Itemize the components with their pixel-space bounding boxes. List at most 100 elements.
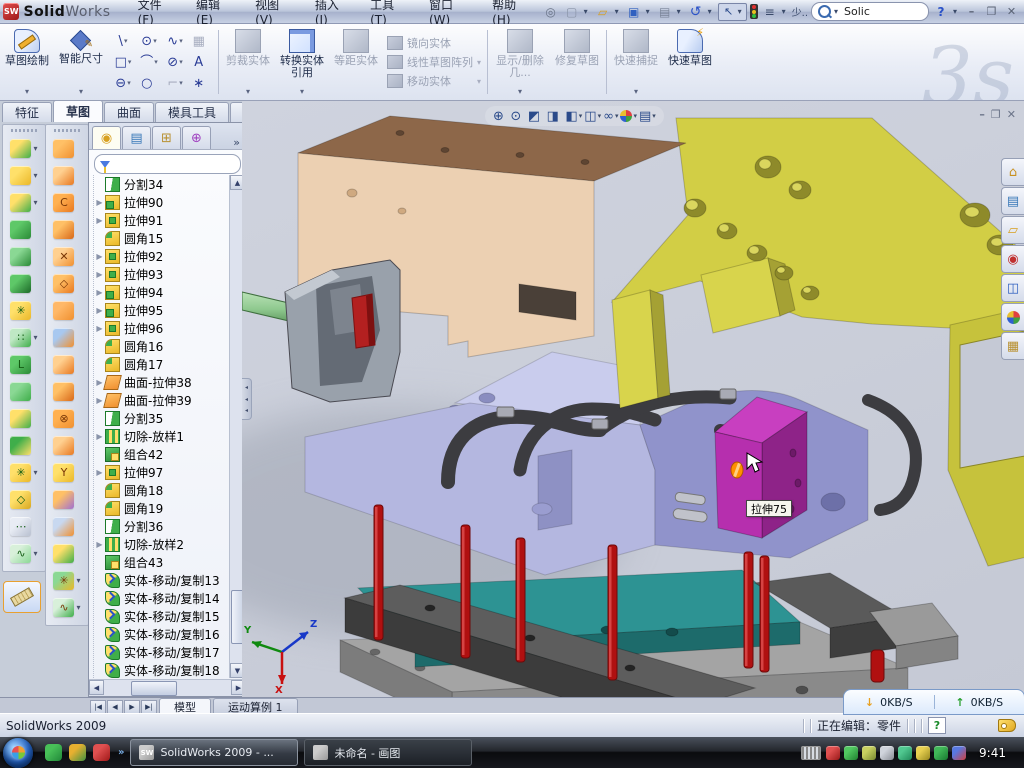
graphics-viewport[interactable]: ⊕ ▾ ⊙ ▾ ◩ ▾ ◨ ▾ ◧	[242, 101, 1024, 697]
feature-tool-button[interactable]: ∷ ▾	[10, 324, 37, 351]
dropdown-arrow[interactable]: ▾	[652, 112, 656, 120]
dropdown-arrow[interactable]: ▾	[953, 7, 960, 16]
quick-launch-icon[interactable]	[69, 744, 86, 761]
display-delete-relations-button[interactable]: 显示/删除几... ▾	[490, 24, 550, 100]
task-pane-tab[interactable]: ▱	[1001, 216, 1024, 244]
tree-item[interactable]: ▶ 实体-移动/复制18	[94, 661, 230, 678]
view-tool-button[interactable]: ▤ ▾	[639, 110, 656, 123]
view-tool-button[interactable]: ● ▾	[620, 110, 637, 122]
view-tool-button[interactable]: ∞ ▾	[603, 110, 618, 123]
dropdown-arrow[interactable]: ▾	[124, 37, 128, 45]
tree-item[interactable]: ▶ 圆角16	[94, 337, 230, 355]
tree-item[interactable]: ▶ 分割36	[94, 517, 230, 535]
sketch-entity-button[interactable]: ○ ▾	[136, 73, 162, 94]
feature-tool-button[interactable]: ◇ ▾	[10, 486, 37, 513]
new-file-icon[interactable]: ▢	[563, 4, 581, 20]
tab-nav-button[interactable]: ▶|	[141, 700, 157, 714]
sketch-entity-button[interactable]: \ ▾	[110, 31, 136, 52]
tree-item[interactable]: ▶ 拉伸97	[94, 463, 230, 481]
view-tool-button[interactable]: ⊕ ▾	[493, 110, 508, 123]
sketch-entity-button[interactable]: □ ▾	[110, 52, 136, 73]
view-tool-button[interactable]: ◫ ▾	[584, 110, 601, 123]
dropdown-arrow[interactable]: ▾	[127, 79, 131, 87]
feature-tool-button[interactable]: ▾	[10, 189, 37, 216]
tree-item[interactable]: ▶ 实体-移动/复制14	[94, 589, 230, 607]
command-tab[interactable]: 曲面	[104, 102, 154, 122]
tree-item[interactable]: ▶ 分割35	[94, 409, 230, 427]
dropdown-arrow[interactable]: ▾	[646, 7, 653, 16]
dropdown-arrow[interactable]: ▾	[738, 7, 745, 16]
tree-item[interactable]: ▶ 分割34	[94, 175, 230, 193]
feature-tool-button[interactable]: ▾	[10, 378, 37, 405]
surface-tool-button[interactable]: ▾	[53, 162, 80, 189]
help-icon[interactable]: ?	[932, 4, 950, 20]
tree-item[interactable]: ▶ 拉伸90	[94, 193, 230, 211]
surface-tool-button[interactable]: ▾	[53, 378, 80, 405]
feature-tool-button[interactable]: ▾	[10, 270, 37, 297]
view-tool-button[interactable]: ⊙ ▾	[510, 110, 525, 123]
expand-arrow[interactable]: ▶	[94, 252, 105, 261]
tree-item[interactable]: ▶ 实体-移动/复制13	[94, 571, 230, 589]
tree-item[interactable]: ▶ 切除-放样2	[94, 535, 230, 553]
taskbar-clock[interactable]: 9:41	[979, 746, 1016, 760]
surface-tool-button[interactable]: C ▾	[53, 189, 80, 216]
tree-horizontal-scrollbar[interactable]: ◀ ▶	[89, 679, 246, 696]
expand-arrow[interactable]: ▶	[94, 432, 105, 441]
dimxpert-manager-tab[interactable]: ⊕	[182, 126, 211, 149]
dropdown-arrow[interactable]: ▾	[79, 86, 83, 98]
configuration-manager-tab[interactable]: ⊞	[152, 126, 181, 149]
tree-item[interactable]: ▶ 组合42	[94, 445, 230, 463]
expand-arrow[interactable]: ▶	[94, 288, 105, 297]
tree-item[interactable]: ▶ 曲面-拉伸39	[94, 391, 230, 409]
task-pane-tab[interactable]: ●	[1001, 303, 1024, 331]
dropdown-arrow[interactable]: ▾	[33, 549, 37, 558]
view-tool-button[interactable]: ◩ ▾	[528, 110, 545, 123]
expand-arrow[interactable]: ▶	[94, 540, 105, 549]
task-pane-tab[interactable]: ⌂	[1001, 158, 1024, 186]
model-tab[interactable]: 运动算例 1	[213, 698, 298, 714]
tree-item[interactable]: ▶ 曲面-拉伸38	[94, 373, 230, 391]
select-arrow-icon[interactable]: ↖	[720, 4, 738, 20]
undo-icon[interactable]: ↺	[687, 4, 705, 20]
instant3d-pressed-button[interactable]	[3, 581, 41, 613]
tray-icon[interactable]	[826, 746, 840, 760]
tree-item[interactable]: ▶ 圆角17	[94, 355, 230, 373]
quick-launch-icon[interactable]	[45, 744, 62, 761]
task-pane-tab[interactable]: ◉	[1001, 245, 1024, 273]
dropdown-arrow[interactable]: ▾	[584, 7, 591, 16]
panel-splitter-handle[interactable]: ◂◂◂	[242, 378, 252, 420]
toolbar-overflow[interactable]: 少..	[792, 4, 808, 19]
feature-tool-button[interactable]: ▾	[10, 243, 37, 270]
model-tab[interactable]: 模型	[159, 698, 211, 714]
dropdown-arrow[interactable]: ▾	[179, 58, 183, 66]
tray-icon[interactable]	[898, 746, 912, 760]
property-manager-tab[interactable]: ▤	[122, 126, 151, 149]
tree-item[interactable]: ▶ 圆角19	[94, 499, 230, 517]
sketch-entity-button[interactable]: ⌐ ▾	[162, 73, 188, 94]
sketch-entity-button[interactable]: ⊘ ▾	[162, 52, 188, 73]
taskbar-window-button[interactable]: SW SolidWorks 2009 - ...	[130, 739, 298, 766]
tray-icon[interactable]	[934, 746, 948, 760]
close-button[interactable]: ✕	[1003, 4, 1020, 19]
feature-tool-button[interactable]: ∿ ▾	[10, 540, 37, 567]
sketch-entity-button[interactable]: A ▾	[188, 52, 214, 73]
panel-overflow-chevron[interactable]: »	[233, 136, 240, 149]
surface-tool-button[interactable]: ▾	[53, 513, 80, 540]
pin-icon[interactable]: ◎	[542, 4, 560, 20]
dropdown-arrow[interactable]: ▾	[300, 86, 304, 98]
dropdown-arrow[interactable]: ▾	[154, 58, 158, 66]
dropdown-arrow[interactable]: ▾	[677, 7, 684, 16]
surface-tool-button[interactable]: ▾	[53, 135, 80, 162]
dropdown-arrow[interactable]: ▾	[615, 112, 619, 120]
dropdown-arrow[interactable]: ▾	[33, 198, 37, 207]
expand-arrow[interactable]: ▶	[94, 468, 105, 477]
rebuild-icon[interactable]	[750, 4, 758, 19]
search-box[interactable]: ▾ Solic	[811, 2, 929, 21]
dropdown-arrow[interactable]: ▾	[708, 7, 715, 16]
tag-icon[interactable]	[998, 719, 1016, 732]
tree-filter-input[interactable]	[94, 154, 241, 174]
doc-restore-button[interactable]: ❐	[991, 108, 1001, 121]
tree-item[interactable]: ▶ 拉伸92	[94, 247, 230, 265]
mold-assembly-model[interactable]	[242, 101, 1024, 697]
feature-tool-button[interactable]: ▾	[10, 135, 37, 162]
